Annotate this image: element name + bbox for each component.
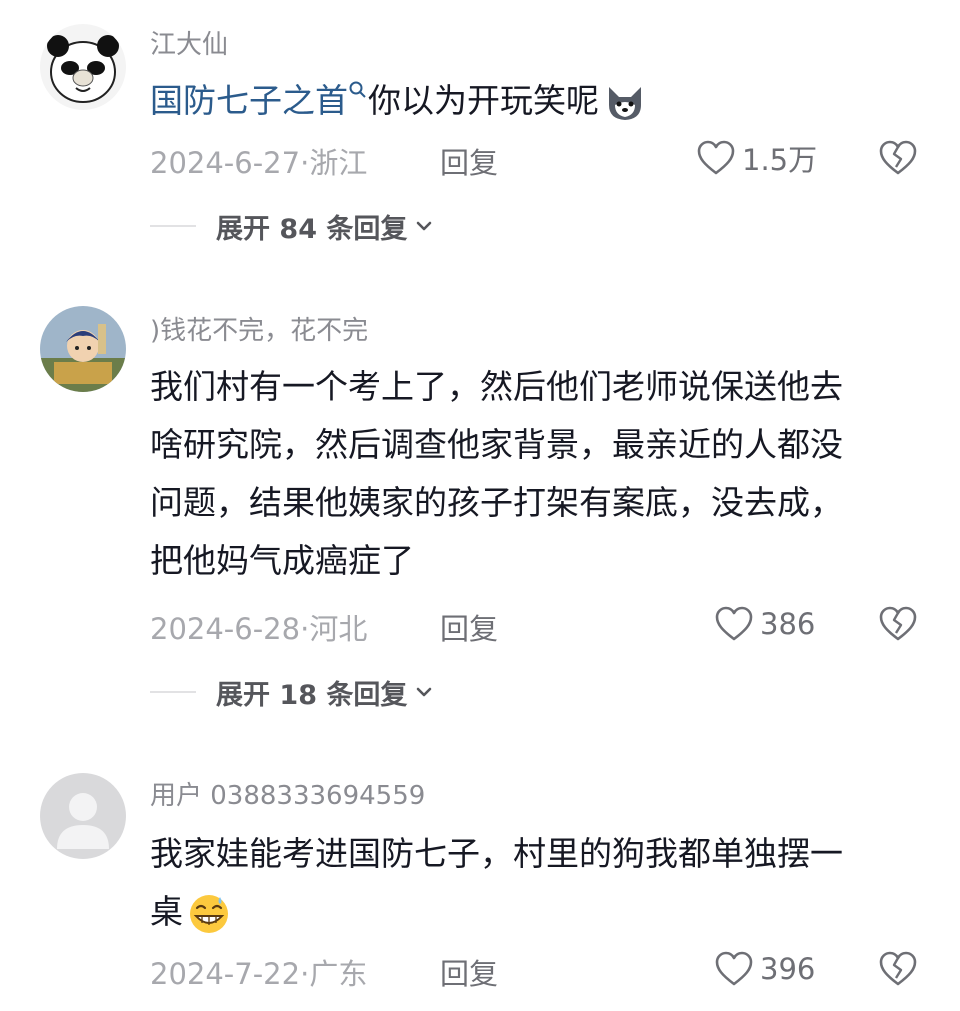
comment-text: 我家娃能考进国防七子，村里的狗我都单独摆一 桌 [150, 825, 920, 941]
panda-meme-avatar [40, 24, 126, 110]
reply-button[interactable]: 回复 [440, 140, 498, 182]
comment-meta: 2024-6-28·河北 [150, 606, 367, 648]
divider-line [150, 225, 196, 227]
like-button[interactable]: 386 [714, 604, 815, 644]
cartoon-avatar [40, 306, 126, 392]
comment-location: 广东 [309, 957, 368, 991]
comment-item: 用户 0388333694559 我家娃能考进国防七子，村里的狗我都单独摆一 桌… [0, 755, 960, 1011]
comment-text: 国防七子之首 你以为开玩笑呢 [150, 72, 920, 130]
like-button[interactable]: 396 [714, 949, 815, 989]
chevron-down-icon [417, 221, 432, 231]
reply-count: 18 [279, 679, 317, 711]
expand-replies-button[interactable]: 展开 18 条回复 [150, 672, 435, 712]
avatar[interactable] [40, 306, 126, 392]
expand-prefix: 展开 [216, 679, 270, 711]
comment-location: 河北 [309, 612, 368, 646]
expand-replies-label: 展开 18 条回复 [216, 673, 407, 712]
like-count: 386 [760, 607, 816, 641]
broken-heart-icon [879, 951, 917, 986]
meta-separator: · [300, 612, 310, 646]
comment-text-tail: 桌 [150, 892, 183, 931]
comment-meta: 2024-7-22·广东 [150, 951, 367, 993]
avatar[interactable] [40, 24, 126, 110]
reply-button[interactable]: 回复 [440, 951, 498, 993]
dislike-button[interactable] [878, 605, 918, 645]
comment-meta: 2024-6-27·浙江 [150, 140, 367, 182]
topic-link[interactable]: 国防七子之首 [150, 81, 348, 120]
heart-outline-icon [697, 140, 735, 175]
expand-suffix: 条回复 [326, 679, 408, 711]
comment-item: )钱花不完，花不完 我们村有一个考上了，然后他们老师说保送他去 啥研究院，然后调… [0, 290, 960, 720]
chevron-down-icon [417, 687, 432, 697]
comment-date: 2024-6-28 [150, 612, 301, 646]
heart-outline-icon [715, 606, 753, 641]
search-icon[interactable] [348, 80, 368, 100]
divider-line [150, 691, 196, 693]
meta-separator: · [300, 957, 310, 991]
dislike-button[interactable] [878, 950, 918, 990]
comment-text-line: 啥研究院，然后调查他家背景，最亲近的人都没 [150, 425, 843, 464]
expand-replies-button[interactable]: 展开 84 条回复 [150, 206, 435, 246]
avatar[interactable] [40, 773, 126, 859]
like-count: 1.5万 [742, 143, 818, 177]
default-user-avatar [40, 773, 126, 859]
reply-count: 84 [279, 213, 317, 245]
comment-text: 我们村有一个考上了，然后他们老师说保送他去 啥研究院，然后调查他家背景，最亲近的… [150, 358, 920, 590]
comment-item: 江大仙 国防七子之首 你以为开玩笑呢 2024-6-27·浙江 回复 1.5万 展… [0, 0, 960, 260]
like-count: 396 [760, 952, 816, 986]
grinning-sweat-emoji [190, 894, 228, 933]
expand-replies-label: 展开 84 条回复 [216, 207, 407, 246]
expand-prefix: 展开 [216, 213, 270, 245]
comment-text-line: 问题，结果他姨家的孩子打架有案底，没去成， [150, 483, 843, 522]
comment-text-line: 我家娃能考进国防七子，村里的狗我都单独摆一 [150, 834, 843, 873]
heart-outline-icon [715, 951, 753, 986]
reply-button[interactable]: 回复 [440, 606, 498, 648]
comment-date: 2024-7-22 [150, 957, 301, 991]
expand-suffix: 条回复 [326, 213, 408, 245]
wolf-face-emoji [609, 86, 641, 120]
dislike-button[interactable] [878, 139, 918, 179]
comment-text-body: 你以为开玩笑呢 [368, 81, 599, 120]
comment-date: 2024-6-27 [150, 146, 301, 180]
username[interactable]: 江大仙 [150, 24, 228, 61]
broken-heart-icon [879, 140, 917, 175]
comment-location: 浙江 [309, 146, 368, 180]
username[interactable]: )钱花不完，花不完 [150, 310, 368, 347]
comment-text-line: 桌 [150, 883, 920, 941]
meta-separator: · [300, 146, 310, 180]
broken-heart-icon [879, 606, 917, 641]
comment-text-line: 我们村有一个考上了，然后他们老师说保送他去 [150, 367, 843, 406]
comment-text-line: 把他妈气成癌症了 [150, 541, 414, 580]
username[interactable]: 用户 0388333694559 [150, 775, 425, 812]
like-button[interactable]: 1.5万 [696, 138, 817, 178]
